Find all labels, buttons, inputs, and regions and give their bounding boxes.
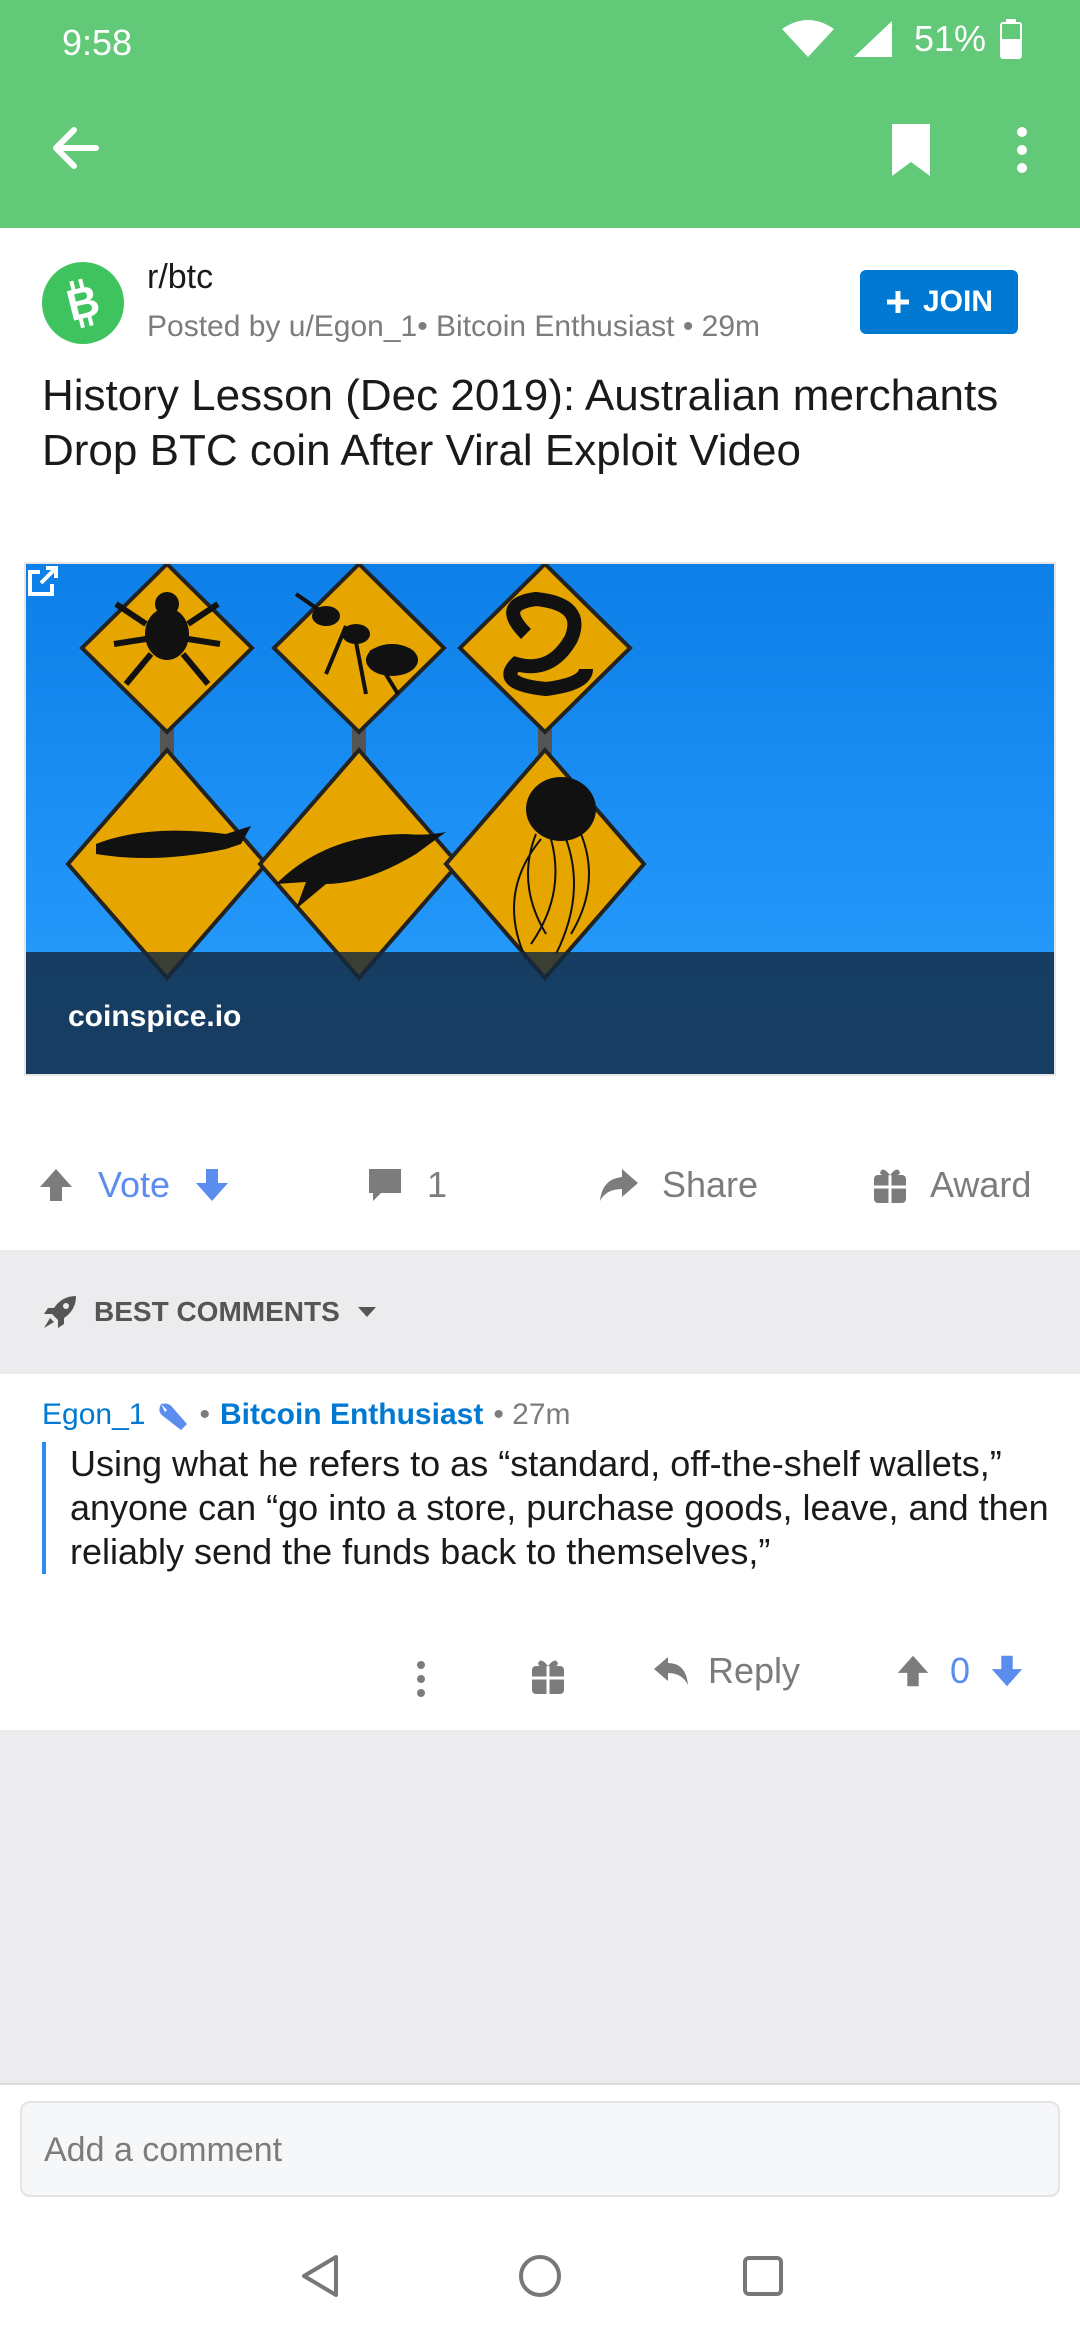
more-vertical-icon: [417, 1661, 425, 1697]
empty-area: [0, 1730, 1080, 2085]
more-vertical-icon: [1017, 127, 1027, 173]
upvote-icon[interactable]: [894, 1652, 932, 1690]
rocket-icon: [44, 1296, 76, 1328]
vote-control: Vote: [36, 1160, 232, 1210]
subreddit-name[interactable]: r/btc: [147, 258, 213, 297]
post-header: B r/btc Posted by u/Egon_1• Bitcoin Enth…: [0, 228, 1080, 558]
bookmark-button[interactable]: [876, 115, 946, 185]
gift-icon[interactable]: [528, 1656, 568, 1696]
comment-body: Using what he refers to as “standard, of…: [42, 1442, 1052, 1574]
caret-down-icon: [357, 1307, 376, 1317]
link-domain: coinspice.io: [68, 1000, 242, 1033]
share-button[interactable]: Share: [596, 1160, 758, 1210]
external-link-icon[interactable]: [26, 564, 60, 598]
nav-recents-icon[interactable]: [738, 2251, 788, 2301]
status-bar: 9:58 51%: [0, 0, 1080, 80]
wifi-icon: [781, 20, 834, 57]
nav-home-icon[interactable]: [515, 2251, 565, 2301]
gift-icon: [874, 1169, 906, 1203]
comment-score: 0: [950, 1650, 971, 1691]
join-label: JOIN: [922, 285, 994, 318]
post-meta: Posted by u/Egon_1• Bitcoin Enthusiast •…: [147, 310, 761, 343]
comment-flair: Bitcoin Enthusiast: [219, 1398, 484, 1431]
app-header: 9:58 51%: [0, 0, 1080, 228]
comment-age: • 27m: [493, 1398, 571, 1431]
signal-icon: [853, 21, 892, 57]
comment-composer: Add a comment: [0, 2085, 1080, 2213]
more-options-button[interactable]: [1000, 115, 1044, 185]
comment-meta: Egon_1 • Bitcoin Enthusiast • 27m: [42, 1398, 571, 1432]
reply-label: Reply: [708, 1650, 801, 1691]
share-label: Share: [662, 1164, 759, 1205]
comment-more-button[interactable]: [406, 1654, 436, 1704]
sort-button[interactable]: BEST COMMENTS: [42, 1294, 378, 1330]
comment-actions: Reply 0: [0, 1644, 1080, 1714]
system-nav-bar: [0, 2213, 1080, 2340]
meta-separator: •: [199, 1398, 210, 1431]
award-button[interactable]: Award: [872, 1160, 1031, 1210]
arrow-left-icon: [53, 127, 99, 169]
award-label: Award: [930, 1164, 1032, 1205]
status-time: 9:58: [62, 22, 133, 63]
add-comment-field[interactable]: Add a comment: [20, 2101, 1060, 2197]
bitcoin-logo-icon: B: [62, 276, 105, 331]
share-icon: [600, 1169, 638, 1201]
post-title: History Lesson (Dec 2019): Australian me…: [42, 371, 999, 475]
upvote-icon[interactable]: [36, 1165, 76, 1205]
plus-icon: [886, 291, 909, 313]
subreddit-avatar[interactable]: B: [42, 262, 124, 344]
downvote-icon[interactable]: [988, 1652, 1026, 1690]
vote-label: Vote: [98, 1164, 171, 1205]
comment-vote-control: 0: [894, 1650, 1026, 1692]
comment: Egon_1 • Bitcoin Enthusiast • 27m Using …: [0, 1374, 1080, 1730]
comment-count: 1: [427, 1164, 448, 1205]
post-actions: Vote 1 Share Award: [0, 1120, 1080, 1250]
back-button[interactable]: [36, 110, 112, 186]
battery-icon: [1000, 19, 1022, 59]
comments-button[interactable]: 1: [365, 1160, 447, 1210]
nav-back-icon[interactable]: [296, 2251, 346, 2301]
wrench-icon: [159, 1403, 188, 1430]
sort-label: BEST COMMENTS: [94, 1296, 340, 1327]
comment-author[interactable]: Egon_1: [42, 1398, 145, 1432]
comment-icon: [369, 1169, 401, 1201]
comments-sort-bar: BEST COMMENTS: [0, 1250, 1080, 1374]
downvote-icon[interactable]: [192, 1165, 232, 1205]
battery-percent: 51%: [913, 18, 986, 59]
link-preview[interactable]: coinspice.io: [24, 562, 1056, 1076]
reply-icon: [654, 1657, 688, 1685]
reply-button[interactable]: Reply: [652, 1650, 800, 1692]
bookmark-icon: [892, 124, 930, 176]
join-button[interactable]: JOIN: [860, 270, 1018, 334]
